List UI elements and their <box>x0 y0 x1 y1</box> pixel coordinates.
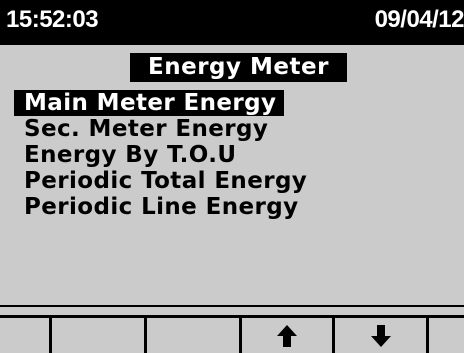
status-bar: 15:52:03 09/04/12 <box>0 0 464 45</box>
softkey-2[interactable] <box>49 315 147 353</box>
screen-title: Energy Meter <box>130 53 347 82</box>
softkey-3[interactable] <box>144 315 242 353</box>
softkey-6[interactable] <box>426 315 464 353</box>
softkey-down[interactable] <box>332 315 429 353</box>
menu-item-periodic-total-energy[interactable]: Periodic Total Energy <box>14 168 315 194</box>
softkey-up[interactable] <box>239 315 335 353</box>
softkey-bar <box>0 305 464 353</box>
menu-item-main-meter-energy[interactable]: Main Meter Energy <box>14 90 285 116</box>
clock-date: 09/04/12 <box>374 6 464 33</box>
up-arrow-icon <box>277 324 297 347</box>
menu-item-periodic-line-energy[interactable]: Periodic Line Energy <box>14 194 315 220</box>
clock-time: 15:52:03 <box>6 6 99 33</box>
energy-menu: Main Meter Energy Sec. Meter Energy Ener… <box>14 90 315 220</box>
down-arrow-icon <box>370 324 391 347</box>
menu-item-energy-by-tou[interactable]: Energy By T.O.U <box>14 142 315 168</box>
softkey-1[interactable] <box>0 315 52 353</box>
menu-item-sec-meter-energy[interactable]: Sec. Meter Energy <box>14 116 315 142</box>
